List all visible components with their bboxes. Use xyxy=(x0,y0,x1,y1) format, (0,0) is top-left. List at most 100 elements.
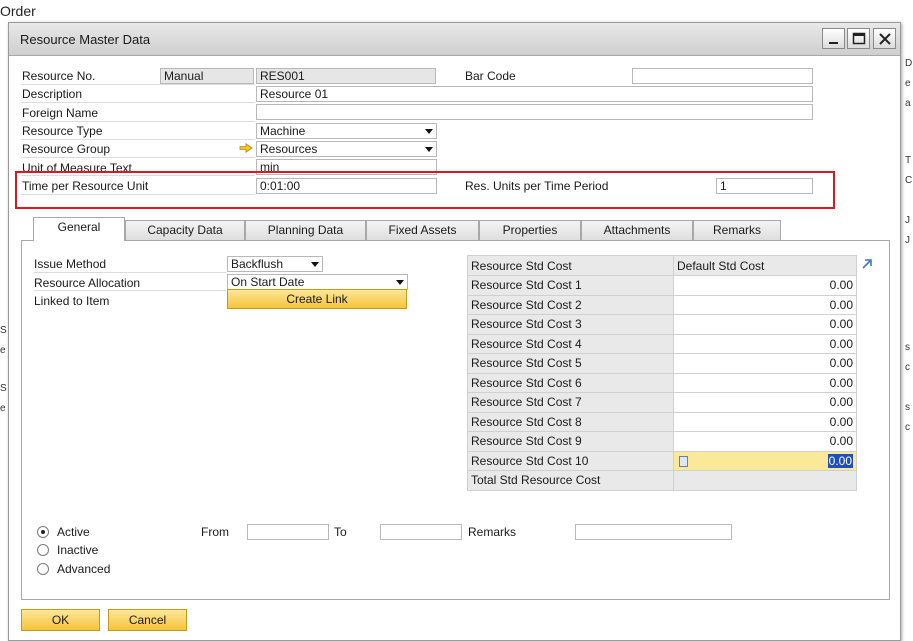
resource-master-data-window: Resource Master Data Resource No. Manual… xyxy=(8,22,901,641)
calculator-icon[interactable] xyxy=(679,455,688,467)
tab-planning-data[interactable]: Planning Data xyxy=(245,220,366,240)
issue-method-dropdown[interactable]: Backflush xyxy=(227,256,323,272)
linked-to-item-label: Linked to Item xyxy=(34,294,110,308)
close-icon xyxy=(879,33,891,45)
table-row: Resource Std Cost 1 0.00 xyxy=(467,275,857,296)
issue-method-label: Issue Method xyxy=(34,257,107,271)
active-radio[interactable] xyxy=(37,526,49,538)
from-date-field[interactable] xyxy=(247,524,329,540)
table-row: Resource Std Cost 9 0.00 xyxy=(467,431,857,452)
tab-label: Attachments xyxy=(603,223,671,237)
bar-code-label: Bar Code xyxy=(465,69,516,83)
column-header: Default Std Cost xyxy=(673,255,857,276)
background-right-glyph: a xyxy=(905,98,911,109)
inactive-label: Inactive xyxy=(57,543,99,557)
background-right-glyph: C xyxy=(905,175,913,186)
cost-cell[interactable]: 0.00 xyxy=(673,392,857,413)
resource-type-value: Machine xyxy=(260,124,306,138)
tab-label: Properties xyxy=(502,223,558,237)
minimize-button[interactable] xyxy=(822,28,845,49)
background-left-glyph: S xyxy=(0,383,7,394)
table-header-row: Resource Std Cost Default Std Cost xyxy=(467,255,857,276)
tab-label: Planning Data xyxy=(267,223,344,237)
row-label: Resource Std Cost 4 xyxy=(467,333,674,354)
row-label: Resource Std Cost 1 xyxy=(467,275,674,296)
advanced-radio[interactable] xyxy=(37,563,49,575)
cost-cell[interactable]: 0.00 xyxy=(673,333,857,354)
bar-code-field[interactable] xyxy=(632,68,813,84)
chevron-down-icon xyxy=(425,129,433,134)
cost-cell[interactable]: 0.00 xyxy=(673,294,857,315)
table-row: Resource Std Cost 10 0.00 xyxy=(467,450,857,471)
resource-type-dropdown[interactable]: Machine xyxy=(256,123,437,139)
resource-no-label: Resource No. xyxy=(22,69,96,83)
table-row: Resource Std Cost 2 0.00 xyxy=(467,294,857,315)
row-label: Resource Std Cost 8 xyxy=(467,411,674,432)
tab-capacity-data[interactable]: Capacity Data xyxy=(125,220,245,240)
row-label: Resource Std Cost 9 xyxy=(467,431,674,452)
row-label: Resource Std Cost 6 xyxy=(467,372,674,393)
background-right-glyph: c xyxy=(905,422,910,433)
background-right-glyph: D xyxy=(905,58,913,69)
general-tab-panel: Issue Method Backflush Resource Allocati… xyxy=(21,240,890,600)
background-right-glyph: J xyxy=(905,235,910,246)
resource-allocation-label: Resource Allocation xyxy=(34,276,141,290)
maximize-button[interactable] xyxy=(847,28,870,49)
expand-arrow-icon[interactable] xyxy=(860,257,874,271)
background-left-glyph: e xyxy=(0,403,6,414)
cost-cell[interactable]: 0.00 xyxy=(673,353,857,374)
tab-general[interactable]: General xyxy=(33,217,125,241)
background-window-title: Order xyxy=(0,3,36,19)
cost-cell[interactable]: 0.00 xyxy=(673,275,857,296)
numbering-series-field[interactable]: Manual xyxy=(160,68,254,84)
tab-attachments[interactable]: Attachments xyxy=(581,220,693,240)
tab-label: Fixed Assets xyxy=(388,223,457,237)
issue-method-value: Backflush xyxy=(231,257,284,271)
cost-cell[interactable]: 0.00 xyxy=(673,431,857,452)
background-left-glyph: e xyxy=(0,345,6,356)
row-label: Resource Std Cost 7 xyxy=(467,392,674,413)
table-row: Resource Std Cost 5 0.00 xyxy=(467,353,857,374)
tab-remarks[interactable]: Remarks xyxy=(693,220,781,240)
resource-no-field[interactable]: RES001 xyxy=(256,68,436,84)
background-right-glyph: s xyxy=(905,402,910,413)
maximize-icon xyxy=(852,32,866,45)
remarks-field[interactable] xyxy=(575,524,732,540)
cost-cell[interactable]: 0.00 xyxy=(673,314,857,335)
minimize-icon xyxy=(829,42,838,44)
description-label: Description xyxy=(22,87,83,101)
cost-cell[interactable]: 0.00 xyxy=(673,411,857,432)
inactive-radio[interactable] xyxy=(37,544,49,556)
resource-allocation-dropdown[interactable]: On Start Date xyxy=(227,274,408,290)
row-label: Resource Std Cost 5 xyxy=(467,353,674,374)
tab-fixed-assets[interactable]: Fixed Assets xyxy=(366,220,479,240)
background-right-glyph: e xyxy=(905,78,911,89)
title-bar[interactable]: Resource Master Data xyxy=(9,23,900,56)
create-link-button[interactable]: Create Link xyxy=(227,289,407,309)
row-divider xyxy=(21,139,255,140)
cost-cell-selected[interactable]: 0.00 xyxy=(673,450,857,471)
row-label: Resource Std Cost 3 xyxy=(467,314,674,335)
cost-cell[interactable]: 0.00 xyxy=(673,372,857,393)
chevron-down-icon xyxy=(311,262,319,267)
close-button[interactable] xyxy=(873,28,896,49)
foreign-name-label: Foreign Name xyxy=(22,106,99,120)
table-row: Resource Std Cost 6 0.00 xyxy=(467,372,857,393)
resource-group-dropdown[interactable]: Resources xyxy=(256,141,437,157)
description-field[interactable]: Resource 01 xyxy=(256,86,813,102)
chevron-down-icon xyxy=(396,280,404,285)
resource-group-label: Resource Group xyxy=(22,142,111,156)
link-arrow-icon[interactable] xyxy=(239,143,253,153)
table-row: Resource Std Cost 4 0.00 xyxy=(467,333,857,354)
tab-properties[interactable]: Properties xyxy=(479,220,581,240)
foreign-name-field[interactable] xyxy=(256,104,813,120)
std-cost-table: Resource Std Cost Default Std Cost Resou… xyxy=(467,255,857,491)
ok-button[interactable]: OK xyxy=(21,609,100,631)
table-total-row: Total Std Resource Cost xyxy=(467,470,857,491)
background-right-glyph: T xyxy=(905,155,912,166)
to-date-field[interactable] xyxy=(380,524,462,540)
row-divider xyxy=(21,157,255,158)
cancel-button[interactable]: Cancel xyxy=(108,609,187,631)
remarks-label: Remarks xyxy=(468,525,517,539)
total-cell xyxy=(673,470,857,491)
